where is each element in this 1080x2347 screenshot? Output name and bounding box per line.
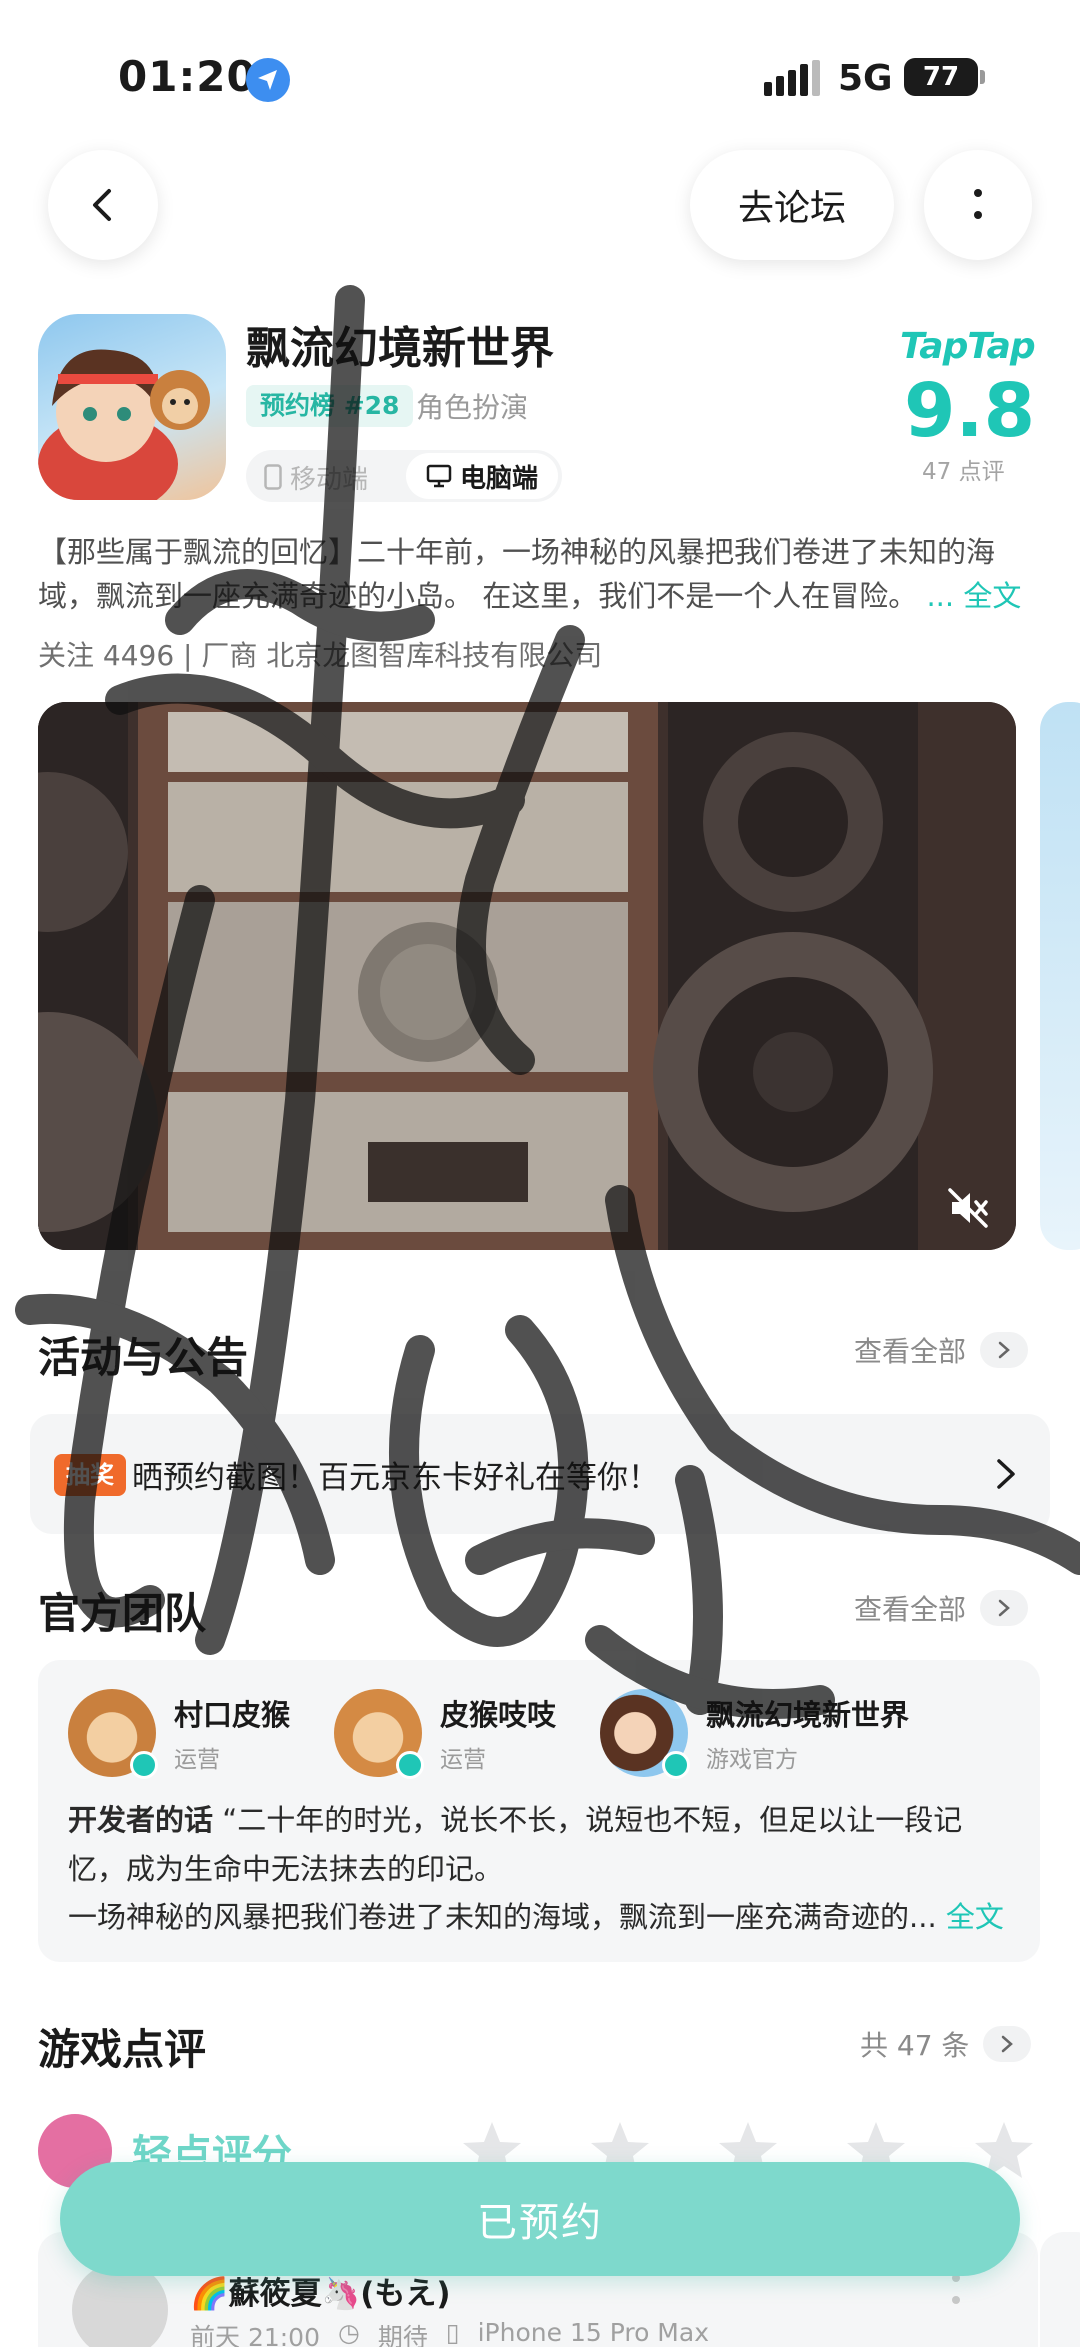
media-video[interactable] xyxy=(38,702,1016,1250)
developer-quote-more[interactable]: 一场神秘的风暴把我们卷进了未知的海域，飘流到一座充满奇迹的... 全文 xyxy=(68,1894,1008,1936)
reviews-section-title: 游戏点评 xyxy=(38,2025,207,2074)
app-title: 飘流幻境新世界 xyxy=(246,323,554,374)
team-member[interactable]: 飘流幻境新世界 游戏官方 xyxy=(600,1688,910,1779)
battery-indicator: 77 xyxy=(904,58,978,96)
signal-icon xyxy=(764,60,820,96)
verified-badge-icon xyxy=(396,1751,424,1779)
developer-quote: 开发者的话 “二十年的时光，说长不长，说短也不短，但足以让一段记忆，成为生命中无… xyxy=(68,1796,1008,1894)
lottery-badge: 抽奖 xyxy=(54,1454,126,1496)
team-see-all-button[interactable]: 查看全部 xyxy=(854,1588,1029,1628)
developer-quote-label: 开发者的话 xyxy=(68,1803,214,1837)
team-member[interactable]: 村口皮猴 运营 xyxy=(68,1688,291,1779)
reviews-total-button[interactable]: 共 47 条 xyxy=(860,2024,1032,2064)
location-arrow-icon xyxy=(246,58,290,102)
review-card-next[interactable] xyxy=(1040,2232,1080,2347)
chevron-right-icon xyxy=(983,2026,1032,2062)
more-vertical-icon[interactable] xyxy=(950,2270,962,2310)
developer-fulltext-link[interactable]: 全文 xyxy=(937,1900,1004,1934)
media-next-preview[interactable] xyxy=(1040,702,1080,1250)
member-name: 皮猴吱吱 xyxy=(440,1698,557,1732)
back-button[interactable] xyxy=(48,150,158,260)
platform-mobile-label: 移动端 xyxy=(290,464,369,495)
rank-badge[interactable]: 预约榜 #28 xyxy=(246,385,414,427)
monitor-icon xyxy=(426,464,452,488)
review-time: 前天 21:00 xyxy=(190,2323,320,2347)
forum-button[interactable]: 去论坛 xyxy=(690,150,894,260)
network-type: 5G xyxy=(838,58,893,99)
rating-review-count: 47 点评 xyxy=(922,459,1005,485)
review-meta: 前天 21:00 ◷ 期待 ▯ iPhone 15 Pro Max xyxy=(190,2318,709,2347)
avatar xyxy=(68,1689,158,1779)
chevron-right-icon xyxy=(980,1590,1029,1626)
phone-icon xyxy=(264,464,282,490)
team-member[interactable]: 皮猴吱吱 运营 xyxy=(334,1688,557,1779)
verified-badge-icon xyxy=(130,1751,158,1779)
description-text: 【那些属于飘流的回忆】二十年前，一场神秘的风暴把我们卷进了未知的海域，飘流到一座… xyxy=(38,535,996,613)
review-tag: 期待 xyxy=(377,2323,428,2347)
genre-tag[interactable]: 角色扮演 xyxy=(416,386,528,426)
platform-pc-tab[interactable]: 电脑端 xyxy=(406,453,558,499)
status-time: 01:20 xyxy=(118,52,257,101)
app-description[interactable]: 【那些属于飘流的回忆】二十年前，一场神秘的风暴把我们卷进了未知的海域，飘流到一座… xyxy=(38,530,1038,618)
battery-tip xyxy=(980,70,985,84)
clock-icon: ◷ xyxy=(338,2318,360,2347)
mute-icon[interactable] xyxy=(946,1186,990,1230)
app-icon xyxy=(38,314,226,500)
platform-mobile-tab[interactable]: 移动端 xyxy=(264,458,368,496)
team-section-title: 官方团队 xyxy=(38,1589,207,1638)
reviews-total-label: 共 47 条 xyxy=(860,2029,970,2062)
description-fulltext-link[interactable]: ... 全文 xyxy=(926,579,1021,613)
more-vertical-icon xyxy=(974,189,982,219)
follow-developer-line[interactable]: 关注 4496 | 厂商 北京龙图智库科技有限公司 xyxy=(38,634,602,674)
avatar xyxy=(334,1689,424,1779)
member-name: 村口皮猴 xyxy=(174,1698,291,1732)
activity-see-all-button[interactable]: 查看全部 xyxy=(854,1330,1029,1370)
platform-pc-label: 电脑端 xyxy=(459,463,538,494)
member-role: 游戏官方 xyxy=(706,1747,798,1773)
member-name: 飘流幻境新世界 xyxy=(706,1698,910,1732)
verified-badge-icon xyxy=(662,1751,690,1779)
taptap-logo: TapTap xyxy=(900,326,1036,367)
member-role: 运营 xyxy=(174,1747,220,1773)
chevron-right-icon xyxy=(997,1459,1015,1489)
chevron-left-icon xyxy=(93,189,111,221)
member-role: 运营 xyxy=(440,1747,486,1773)
more-options-button[interactable] xyxy=(924,150,1032,260)
activity-text: 晒预约截图！百元京东卡好礼在等你！ xyxy=(132,1460,659,1496)
rating-score: 9.8 xyxy=(904,368,1036,454)
team-see-all-label: 查看全部 xyxy=(854,1593,967,1626)
review-device: iPhone 15 Pro Max xyxy=(477,2318,709,2347)
chevron-right-icon xyxy=(980,1332,1029,1368)
reserved-button[interactable]: 已预约 xyxy=(60,2162,1020,2276)
developer-quote-more-text: 一场神秘的风暴把我们卷进了未知的海域，飘流到一座充满奇迹的... xyxy=(68,1900,937,1934)
activity-see-all-label: 查看全部 xyxy=(854,1335,967,1368)
phone-icon: ▯ xyxy=(445,2318,460,2347)
activity-section-title: 活动与公告 xyxy=(38,1333,249,1382)
avatar xyxy=(600,1689,690,1779)
